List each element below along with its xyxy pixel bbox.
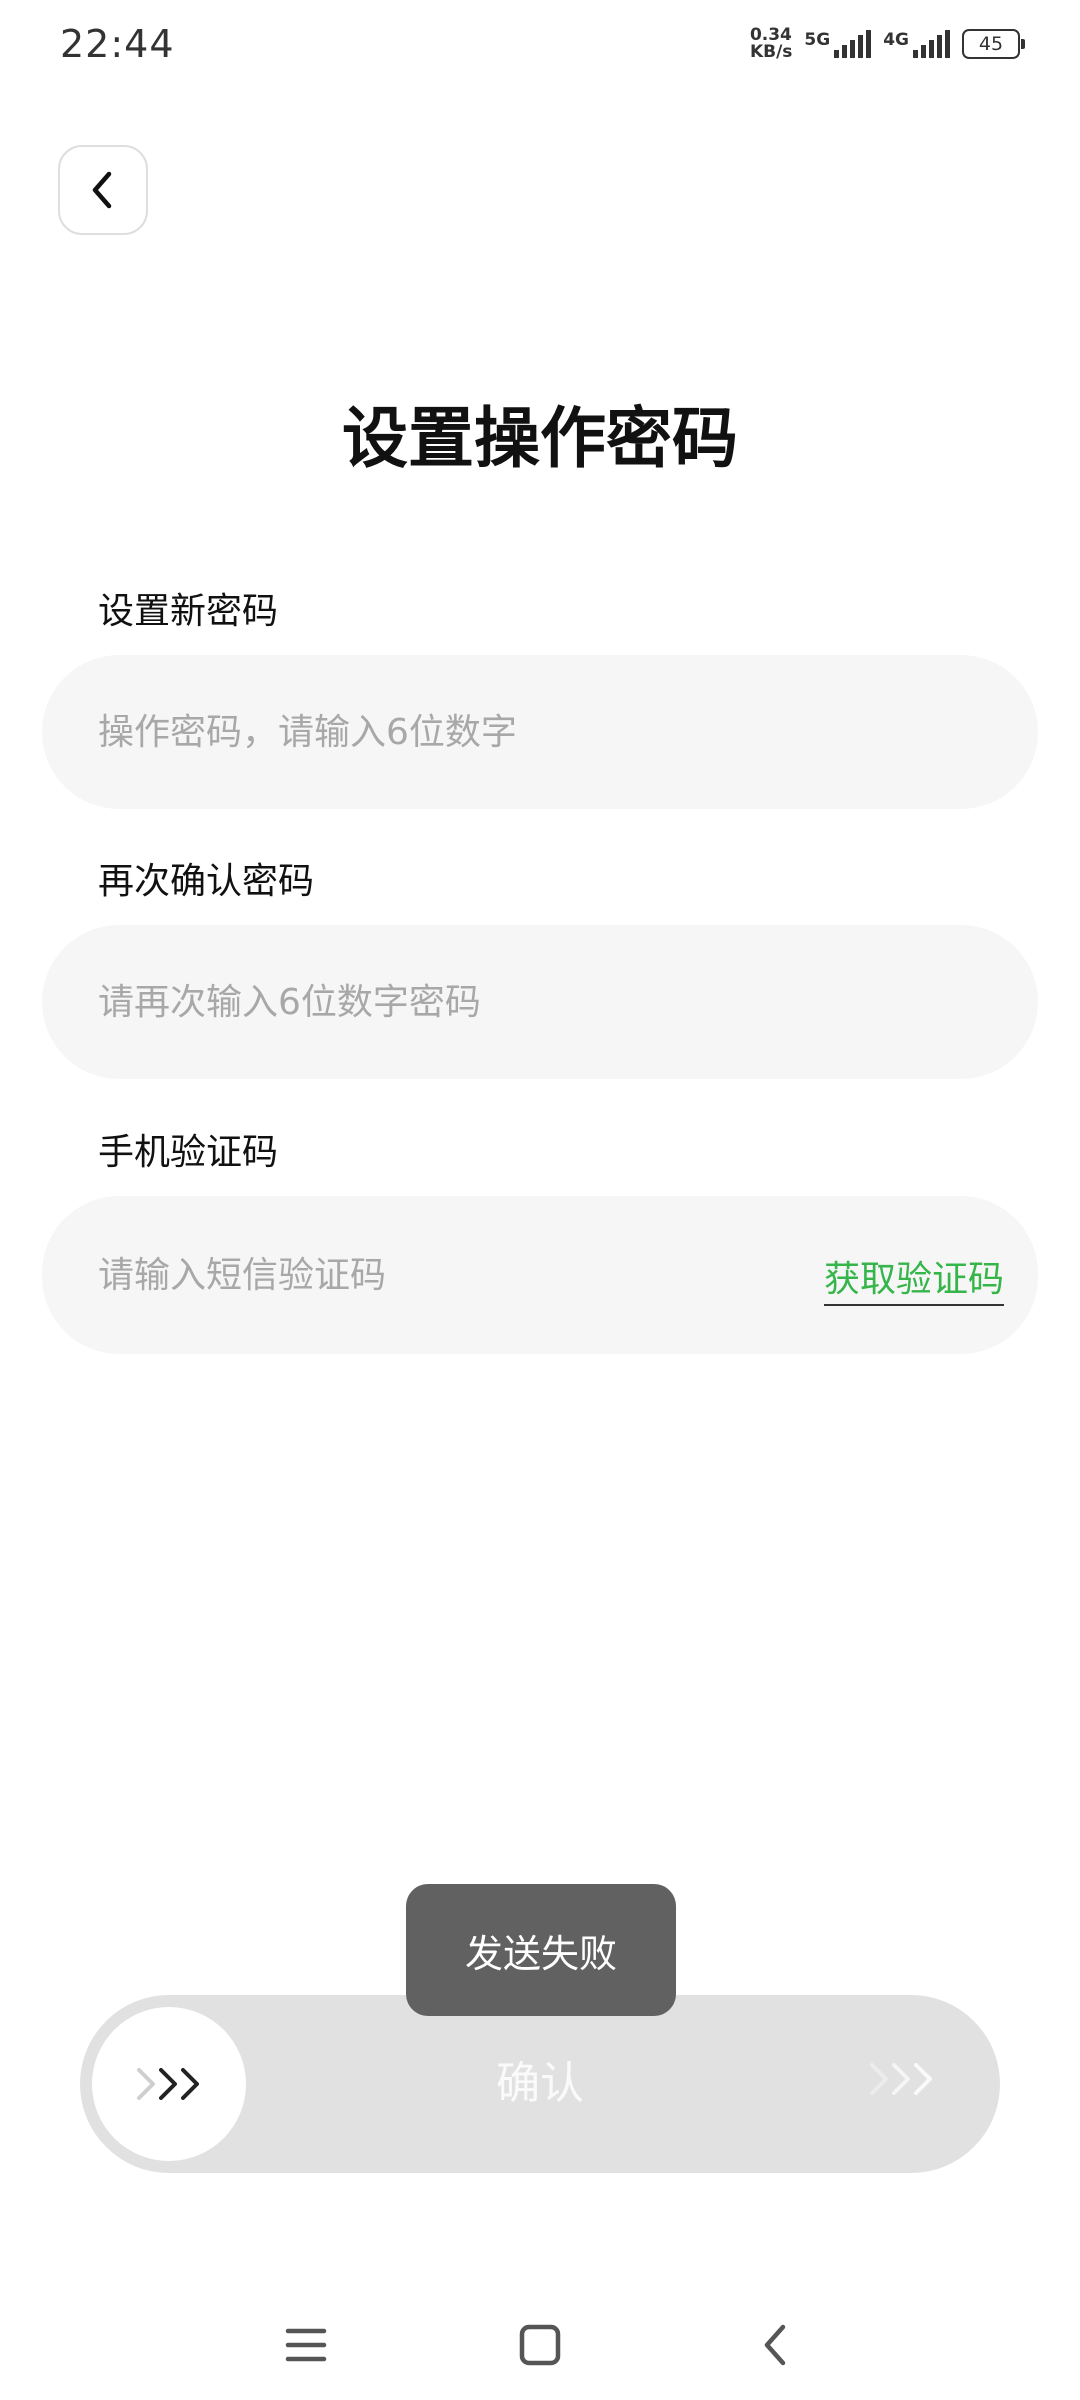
confirm-slider[interactable]: 确认 [80,1995,1000,2173]
sms-code-label: 手机验证码 [98,1132,279,1173]
signal-4g: 4G [883,30,950,58]
battery-icon: 45 [962,29,1025,59]
nav-menu-button[interactable] [266,2305,346,2385]
slider-hint-arrows-icon [870,2063,932,2095]
nav-back-button[interactable] [735,2305,815,2385]
signal-bars-icon [834,30,872,58]
status-icons: 0.34 KB/s 5G 4G 45 [750,24,1025,64]
slider-knob[interactable] [92,2007,246,2161]
status-time: 22:44 [60,22,175,66]
chevron-left-icon [92,171,112,209]
new-password-label: 设置新密码 [98,591,279,632]
network-speed: 0.34 KB/s [750,27,792,61]
sms-code-field-container: 获取验证码 [42,1196,1038,1354]
confirm-password-field-container [42,925,1038,1079]
square-home-icon [519,2324,561,2366]
speed-unit: KB/s [749,42,793,62]
new-password-input[interactable] [98,655,798,809]
network-label-4g: 4G [883,30,909,50]
confirm-password-label: 再次确认密码 [98,861,315,902]
network-label-5g: 5G [804,30,831,50]
get-code-button[interactable]: 获取验证码 [823,1250,1004,1306]
confirm-password-input[interactable] [98,925,798,1079]
toast-message: 发送失败 [406,1884,676,2016]
menu-icon [285,2328,327,2362]
page-title: 设置操作密码 [342,400,738,477]
triple-chevron-right-icon [137,2068,199,2100]
battery-level: 45 [978,33,1004,55]
sms-code-input[interactable] [98,1196,748,1354]
back-chevron-icon [764,2324,786,2366]
signal-bars-icon [913,30,950,58]
back-button[interactable] [58,145,148,235]
signal-5g: 5G [804,30,872,58]
nav-home-button[interactable] [500,2305,580,2385]
new-password-field-container [42,655,1038,809]
